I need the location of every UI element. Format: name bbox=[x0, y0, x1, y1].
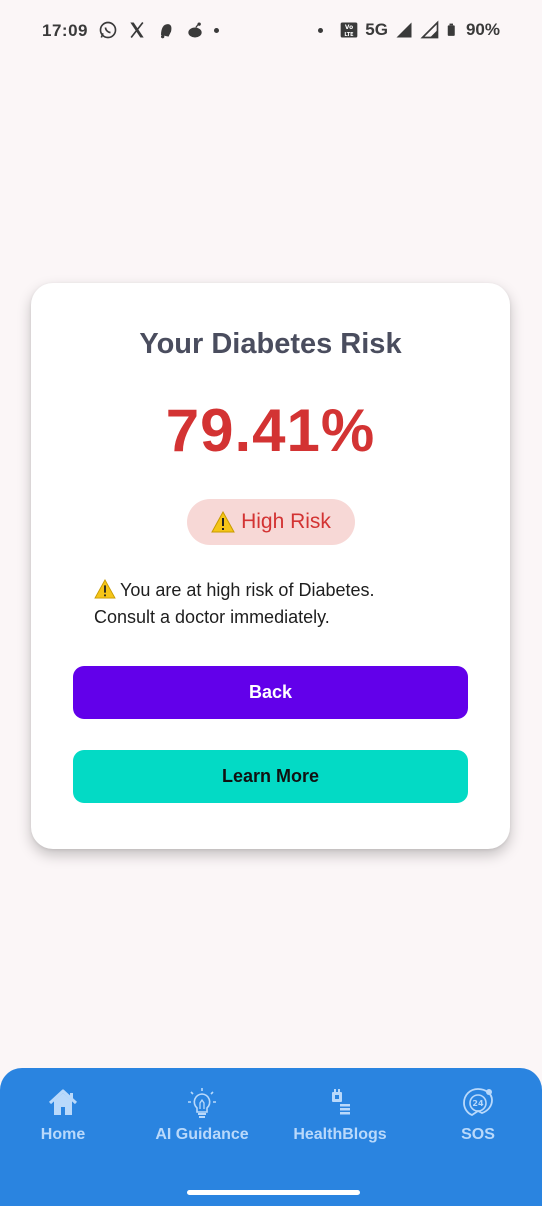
signal-icon bbox=[420, 20, 439, 39]
bottom-navigation: Home AI Guidance HealthBlogs 24 SOS bbox=[0, 1068, 542, 1206]
x-icon bbox=[130, 21, 144, 39]
risk-message-line1: You are at high risk of Diabetes. bbox=[120, 580, 375, 600]
risk-message-line2: Consult a doctor immediately. bbox=[94, 607, 330, 627]
warning-icon bbox=[94, 579, 116, 599]
sos-24-icon: 24 bbox=[463, 1088, 493, 1117]
risk-message: You are at high risk of Diabetes. Consul… bbox=[94, 577, 454, 631]
notification-icons bbox=[98, 20, 219, 40]
lightbulb-icon bbox=[188, 1088, 216, 1118]
home-icon bbox=[48, 1089, 78, 1115]
risk-result-card: Your Diabetes Risk 79.41% High Risk You … bbox=[31, 283, 510, 849]
nav-label-ai-guidance: AI Guidance bbox=[155, 1126, 249, 1143]
nav-item-sos[interactable]: 24 SOS bbox=[413, 1086, 542, 1144]
whatsapp-icon bbox=[99, 21, 117, 39]
page-title: Your Diabetes Risk bbox=[139, 328, 402, 360]
blog-icon bbox=[332, 1089, 350, 1115]
nav-item-healthblogs[interactable]: HealthBlogs bbox=[275, 1086, 405, 1144]
nav-label-home: Home bbox=[40, 1126, 86, 1143]
notification-icon bbox=[161, 24, 172, 39]
risk-level-label: High Risk bbox=[241, 510, 331, 533]
warning-icon bbox=[211, 511, 235, 533]
back-button[interactable]: Back bbox=[73, 666, 468, 719]
status-bar: 17:09 Vo LTE 5G 90% bbox=[0, 0, 542, 62]
svg-text:24: 24 bbox=[472, 1099, 484, 1108]
network-type: 5G bbox=[365, 20, 388, 39]
battery-level: 90% bbox=[465, 20, 500, 39]
nav-label-sos: SOS bbox=[461, 1126, 495, 1143]
nav-label-healthblogs: HealthBlogs bbox=[293, 1126, 387, 1143]
indicator-dot bbox=[318, 27, 324, 33]
home-indicator[interactable] bbox=[187, 1190, 360, 1195]
svg-text:LTE: LTE bbox=[345, 32, 355, 38]
volte-icon: VoLTE bbox=[340, 22, 358, 38]
risk-level-badge: High Risk bbox=[187, 499, 355, 545]
nav-item-ai-guidance[interactable]: AI Guidance bbox=[137, 1086, 267, 1144]
learn-more-button[interactable]: Learn More bbox=[73, 750, 468, 803]
more-notifications-dot bbox=[214, 27, 219, 33]
nav-item-home[interactable]: Home bbox=[0, 1086, 128, 1144]
status-time: 17:09 bbox=[42, 21, 88, 40]
app-icon bbox=[188, 22, 202, 38]
svg-text:Vo: Vo bbox=[345, 25, 353, 31]
signal-icon bbox=[396, 22, 412, 38]
battery-icon bbox=[447, 23, 455, 36]
system-icons: Vo LTE 5G 90% bbox=[318, 20, 500, 40]
risk-percentage: 79.41% bbox=[165, 397, 376, 464]
